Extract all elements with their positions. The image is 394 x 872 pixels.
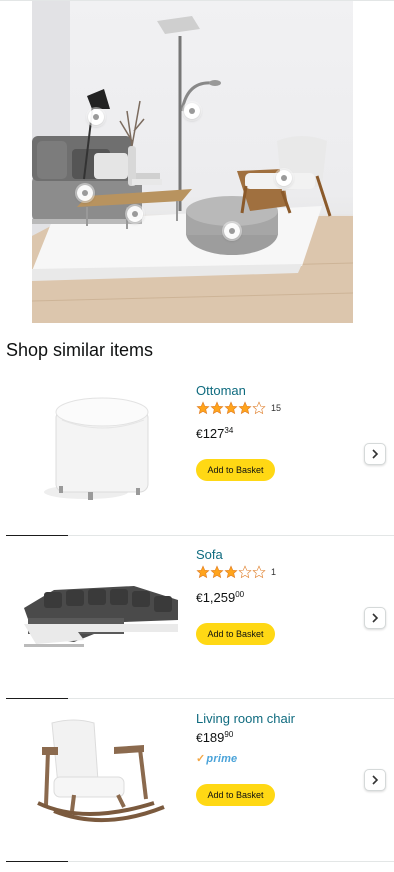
star-full-icon — [224, 401, 238, 415]
price-currency: € — [196, 591, 203, 605]
price-currency: € — [196, 731, 203, 745]
chevron-right-icon — [372, 613, 379, 623]
next-item-button[interactable] — [364, 607, 386, 629]
prime-check-icon: ✓ — [196, 753, 206, 765]
price-fraction: 34 — [224, 426, 234, 435]
sofa-hotspot[interactable] — [77, 185, 93, 201]
star-full-icon — [196, 565, 210, 579]
ottoman-hotspot[interactable] — [224, 223, 240, 239]
product-price: €18990 — [196, 729, 233, 747]
white-round-ottoman-image[interactable] — [14, 380, 184, 510]
price-whole: 1,259 — [202, 590, 236, 605]
star-rating[interactable]: 15 — [196, 401, 281, 415]
item-divider — [68, 698, 394, 699]
star-full-icon — [210, 565, 224, 579]
rating-count[interactable]: 15 — [271, 403, 281, 413]
product-name-link[interactable]: Living room chair — [196, 711, 295, 726]
add-to-basket-button[interactable]: Add to Basket — [196, 459, 275, 481]
product-card-living-room-chair[interactable]: Living room chair €18990 ✓prime Add to B… — [0, 701, 394, 864]
add-to-basket-button[interactable]: Add to Basket — [196, 623, 275, 645]
star-full-icon — [196, 401, 210, 415]
next-item-button[interactable] — [364, 443, 386, 465]
product-card-ottoman[interactable]: Ottoman 15 €12734 Add to Basket — [0, 374, 394, 537]
price-currency: € — [196, 427, 203, 441]
product-name-link[interactable]: Ottoman — [196, 383, 246, 398]
product-price: €1,25900 — [196, 589, 244, 607]
room-scene-image — [32, 1, 353, 323]
star-full-icon — [224, 565, 238, 579]
living-room-illustration — [32, 1, 353, 323]
armchair-hotspot[interactable] — [276, 170, 292, 186]
item-divider-short — [6, 535, 68, 536]
item-divider-short — [6, 698, 68, 699]
floor-lamp-hotspot[interactable] — [184, 103, 200, 119]
chevron-right-icon — [372, 775, 379, 785]
add-to-basket-button[interactable]: Add to Basket — [196, 784, 275, 806]
coffee-table-hotspot[interactable] — [127, 206, 143, 222]
price-whole: 127 — [202, 426, 225, 441]
star-full-icon — [210, 401, 224, 415]
star-empty-icon — [252, 565, 266, 579]
product-price: €12734 — [196, 425, 233, 443]
product-card-sofa[interactable]: Sofa 1 €1,25900 Add to Basket — [0, 538, 394, 701]
section-title: Shop similar items — [6, 340, 154, 360]
price-whole: 189 — [202, 730, 225, 745]
chevron-right-icon — [372, 449, 379, 459]
next-item-button[interactable] — [364, 769, 386, 791]
price-fraction: 90 — [224, 730, 234, 739]
prime-label: prime — [206, 753, 238, 765]
item-divider-short — [6, 861, 68, 862]
star-empty-icon — [238, 565, 252, 579]
price-fraction: 00 — [235, 590, 245, 599]
item-divider — [68, 861, 394, 862]
product-name-link[interactable]: Sofa — [196, 547, 223, 562]
grey-corner-sofa-image[interactable] — [14, 544, 184, 674]
prime-badge: ✓prime — [196, 752, 237, 765]
star-rating[interactable]: 1 — [196, 565, 276, 579]
star-empty-icon — [252, 401, 266, 415]
rating-count[interactable]: 1 — [271, 567, 276, 577]
star-full-icon — [238, 401, 252, 415]
white-rocking-chair-image[interactable] — [14, 707, 184, 837]
item-divider — [68, 535, 394, 536]
lamp-hotspot[interactable] — [88, 109, 104, 125]
